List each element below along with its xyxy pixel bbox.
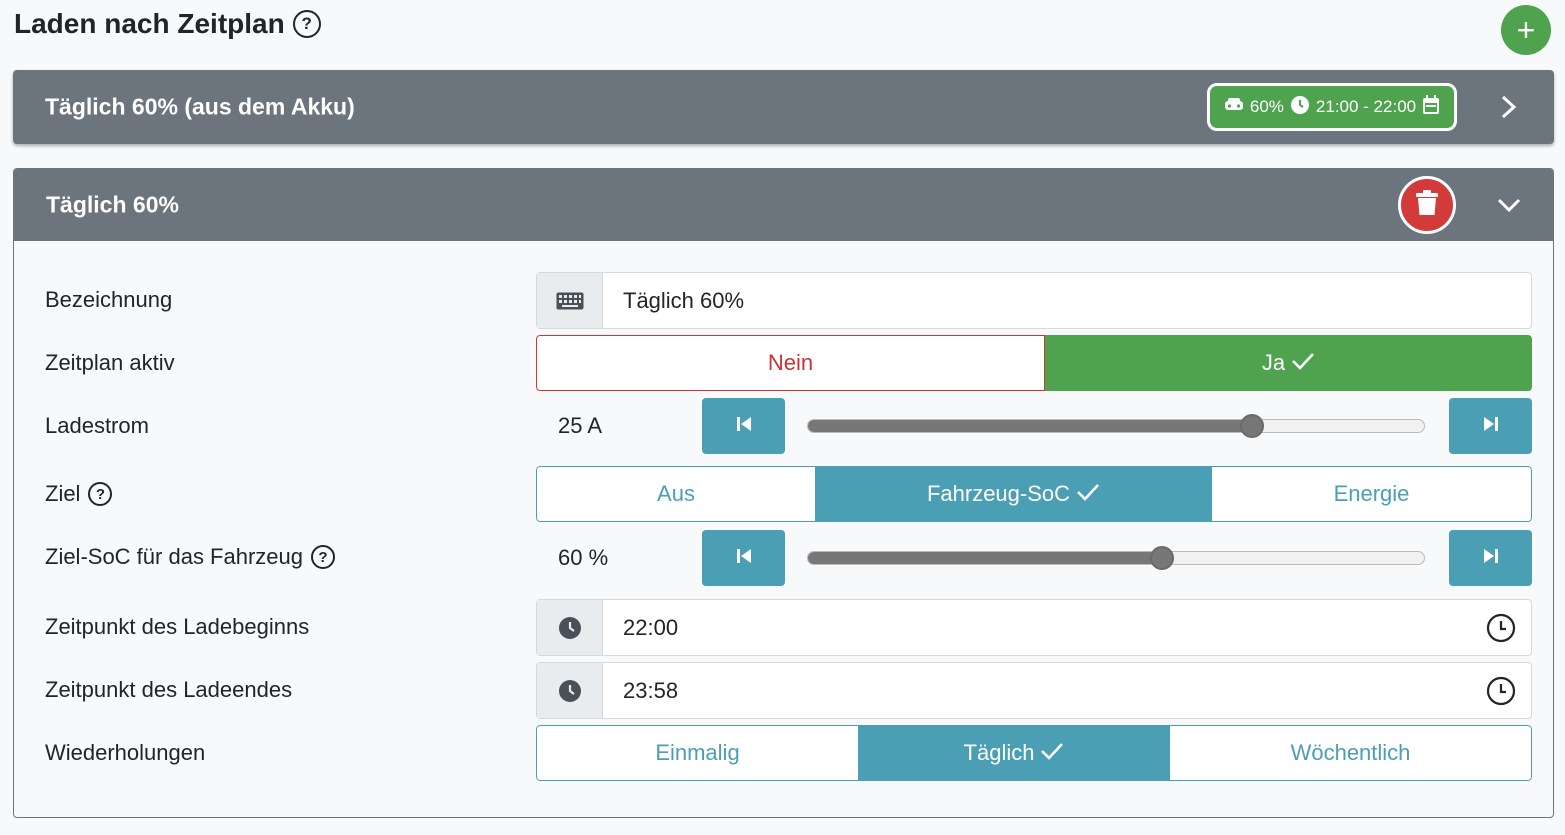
name-label: Bezeichnung — [45, 287, 172, 313]
repeat-daily-button[interactable]: Täglich — [859, 725, 1169, 781]
target-off-button[interactable]: Aus — [536, 466, 816, 522]
target-soc-label-text: Ziel-SoC für das Fahrzeug — [45, 544, 303, 569]
repeat-weekly-label: Wöchentlich — [1290, 740, 1411, 765]
check-icon — [1076, 481, 1100, 507]
help-icon[interactable]: ? — [311, 545, 335, 569]
repeat-once-label: Einmalig — [655, 740, 740, 765]
name-input[interactable] — [603, 273, 1531, 328]
badge-soc: 60% — [1249, 97, 1284, 116]
car-icon — [1224, 97, 1244, 118]
active-toggle-group: Nein Ja — [536, 335, 1532, 391]
current-slider-row: 25 A — [536, 398, 1532, 454]
add-schedule-button[interactable]: + — [1501, 5, 1551, 55]
repeat-label-text: Wiederholungen — [45, 740, 206, 765]
page-title-text: Laden nach Zeitplan — [14, 8, 285, 39]
active-no-button[interactable]: Nein — [536, 335, 1045, 391]
target-toggle-group: Aus Fahrzeug-SoC Energie — [536, 466, 1532, 522]
target-off-label: Aus — [657, 481, 695, 506]
active-yes-button[interactable]: Ja — [1045, 335, 1532, 391]
calendar-icon — [1422, 94, 1440, 120]
skip-forward-icon — [1482, 415, 1500, 438]
target-soc-label: Ziel-SoC für das Fahrzeug ? — [45, 544, 335, 570]
current-label-text: Ladestrom — [45, 413, 149, 438]
target-soc-slider-thumb[interactable] — [1150, 546, 1175, 570]
schedule-card-collapsed[interactable]: Täglich 60% (aus dem Akku) 60% 21:00 - 2… — [13, 70, 1554, 144]
repeat-once-button[interactable]: Einmalig — [536, 725, 859, 781]
target-soc-value: 60 % — [558, 545, 609, 570]
active-no-label: Nein — [767, 350, 814, 375]
skip-forward-icon — [1482, 547, 1500, 570]
time-picker-icon[interactable] — [1471, 663, 1531, 718]
end-time-label-text: Zeitpunkt des Ladeendes — [45, 677, 293, 702]
end-time-input[interactable] — [603, 663, 1471, 718]
repeat-daily-label: Täglich — [963, 740, 1035, 765]
clock-icon — [537, 600, 603, 655]
active-yes-label: Ja — [1261, 350, 1286, 375]
active-label-text: Zeitplan aktiv — [45, 350, 175, 375]
current-decrease-button[interactable] — [702, 398, 785, 454]
start-time-label-text: Zeitpunkt des Ladebeginns — [45, 614, 310, 639]
help-icon[interactable]: ? — [88, 482, 113, 506]
chevron-right-icon[interactable] — [1500, 94, 1518, 125]
schedule-card-title: Täglich 60% — [46, 191, 179, 218]
check-icon — [1040, 740, 1064, 766]
chevron-down-icon[interactable] — [1496, 196, 1522, 219]
schedule-summary-badge: 60% 21:00 - 22:00 — [1207, 83, 1457, 131]
schedule-card-expanded: Täglich 60% Bezeichnung Zeitplan aktiv N… — [13, 168, 1554, 818]
trash-icon — [1416, 189, 1438, 221]
repeat-weekly-button[interactable]: Wöchentlich — [1169, 725, 1532, 781]
target-soc-slider-row: 60 % — [536, 530, 1532, 586]
delete-button[interactable] — [1398, 176, 1456, 234]
help-icon[interactable]: ? — [292, 10, 321, 38]
target-energy-label: Energie — [1333, 481, 1410, 506]
page-title: Laden nach Zeitplan ? — [14, 8, 321, 40]
end-time-input-group — [536, 662, 1532, 719]
target-soc-slider-fill — [808, 552, 1163, 564]
current-slider-thumb[interactable] — [1239, 414, 1264, 438]
target-soc-decrease-button[interactable] — [702, 530, 785, 586]
skip-back-icon — [735, 547, 753, 570]
keyboard-icon — [537, 273, 603, 328]
repeat-label: Wiederholungen — [45, 740, 205, 766]
target-soc-increase-button[interactable] — [1449, 530, 1532, 586]
skip-back-icon — [735, 415, 753, 438]
target-soc-label: Fahrzeug-SoC — [926, 481, 1071, 506]
name-input-group — [536, 272, 1532, 329]
badge-time: 21:00 - 22:00 — [1315, 97, 1417, 116]
target-energy-button[interactable]: Energie — [1211, 466, 1532, 522]
current-value: 25 A — [558, 413, 603, 438]
start-time-input-group — [536, 599, 1532, 656]
check-icon — [1291, 350, 1315, 376]
target-soc-button[interactable]: Fahrzeug-SoC — [816, 466, 1211, 522]
start-time-label: Zeitpunkt des Ladebeginns — [45, 614, 309, 640]
name-label-text: Bezeichnung — [45, 287, 173, 312]
current-increase-button[interactable] — [1449, 398, 1532, 454]
schedule-card-title: Täglich 60% (aus dem Akku) — [45, 93, 355, 120]
current-slider-fill — [808, 420, 1252, 432]
time-picker-icon[interactable] — [1471, 600, 1531, 655]
target-label: Ziel ? — [45, 481, 113, 507]
schedule-card-header[interactable]: Täglich 60% — [14, 169, 1553, 241]
clock-icon — [537, 663, 603, 718]
clock-icon — [1290, 95, 1310, 120]
current-slider[interactable] — [807, 414, 1425, 438]
target-label-text: Ziel — [45, 481, 81, 506]
active-label: Zeitplan aktiv — [45, 350, 175, 376]
end-time-label: Zeitpunkt des Ladeendes — [45, 677, 292, 703]
current-label: Ladestrom — [45, 413, 149, 439]
repeat-toggle-group: Einmalig Täglich Wöchentlich — [536, 725, 1532, 781]
start-time-input[interactable] — [603, 600, 1471, 655]
plus-icon: + — [1516, 11, 1536, 48]
target-soc-slider[interactable] — [807, 546, 1425, 570]
